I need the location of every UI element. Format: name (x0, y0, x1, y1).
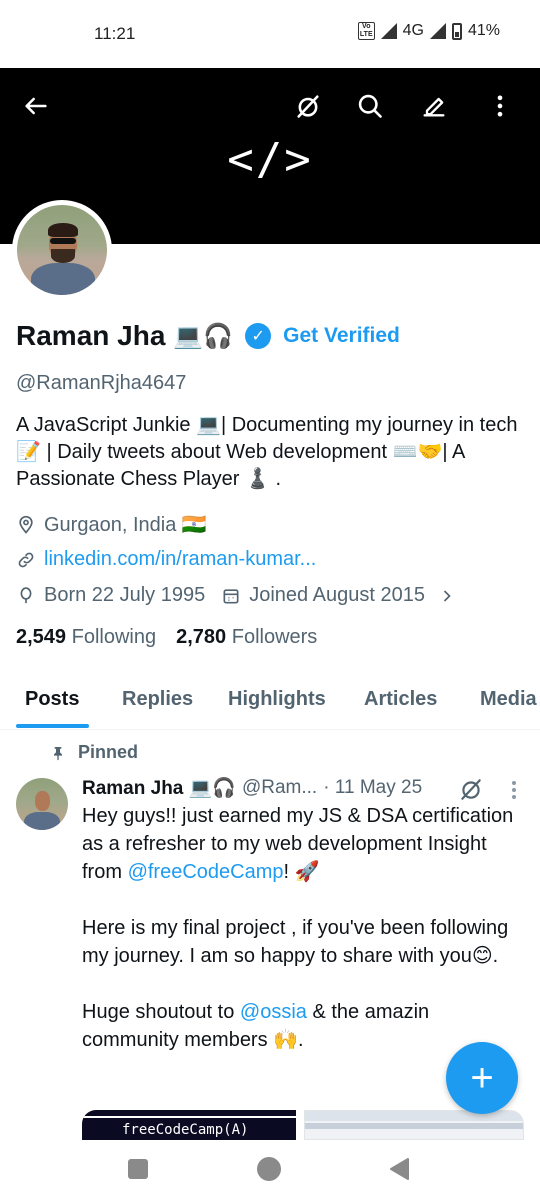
post-paragraph-3: Huge shoutout to @ossia & the amazin comm… (82, 998, 522, 1054)
avatar (17, 205, 107, 295)
tab-highlights[interactable]: Highlights (228, 688, 326, 711)
status-indicators: Vo LTE 4G 41% (357, 22, 500, 40)
post-media-image-1[interactable]: freeCodeCamp(A) (82, 1110, 296, 1140)
signal-icon (380, 23, 397, 39)
location-row: Gurgaon, India 🇮🇳 (16, 512, 207, 537)
profile-name-row: Raman Jha 💻🎧 ✓ Get Verified (16, 320, 400, 352)
profile-avatar-button[interactable] (12, 200, 112, 300)
grok-icon (297, 95, 319, 118)
status-time: 11:21 (94, 24, 136, 43)
profile-location: Gurgaon, India 🇮🇳 (44, 514, 207, 536)
balloon-icon (20, 586, 32, 603)
followers-count: 2,780 (176, 626, 227, 648)
profile-name: Raman Jha (16, 320, 166, 351)
search-button[interactable] (350, 86, 390, 126)
system-navigation-bar (0, 1140, 540, 1200)
tab-articles[interactable]: Articles (364, 688, 437, 711)
post-text-segment: community members 🙌. (82, 1029, 304, 1051)
post-text-segment: Huge shoutout to (82, 1001, 240, 1023)
dates-row: Born 22 July 1995 Joined August 2015 (16, 584, 457, 607)
volte-icon: Vo LTE (357, 22, 375, 40)
edit-button[interactable] (414, 86, 454, 126)
mention-ossia[interactable]: @ossia (240, 1001, 307, 1023)
media-caption-text: freeCodeCamp(A) (122, 1122, 249, 1138)
post-media-image-2[interactable] (304, 1110, 524, 1140)
follow-stats: 2,549 Following 2,780 Followers (16, 626, 317, 649)
followers-label: Followers (231, 626, 318, 648)
battery-icon (451, 22, 462, 40)
post-text-segment: & the amazin (306, 1001, 430, 1023)
status-bar: 11:21 Vo LTE 4G 41% (0, 0, 540, 68)
grok-button[interactable] (288, 86, 328, 126)
profile-handle: @RamanRjha4647 (16, 372, 187, 394)
tab-media[interactable]: Media (480, 688, 537, 711)
compose-post-button[interactable]: + (446, 1042, 518, 1114)
post-text-segment: ! 🚀 (283, 861, 320, 883)
home-button[interactable] (257, 1157, 281, 1181)
profile-website-link[interactable]: linkedin.com/in/raman-kumar... (44, 548, 316, 571)
network-type: 4G (402, 22, 424, 39)
profile-birthdate: Born 22 July 1995 (44, 584, 206, 606)
following-count: 2,549 (16, 626, 67, 648)
plus-icon: + (470, 1056, 494, 1100)
verified-check-icon[interactable]: ✓ (245, 323, 272, 349)
following-link[interactable]: 2,549 Following (16, 626, 156, 649)
chevron-right-icon[interactable] (437, 586, 457, 606)
link-icon (18, 552, 34, 567)
followers-link[interactable]: 2,780 Followers (176, 626, 317, 649)
post-text[interactable]: Hey guys!! just earned my JS & DSA certi… (82, 802, 522, 1054)
post-more-options-icon[interactable] (502, 778, 526, 802)
website-row: linkedin.com/in/raman-kumar... (16, 548, 316, 571)
back-arrow-icon (25, 97, 47, 115)
post-header: Raman Jha 💻🎧 @Ram... · 11 May 25 (82, 776, 422, 800)
signal-icon-2 (429, 23, 446, 39)
recents-button[interactable] (128, 1159, 148, 1179)
tab-replies[interactable]: Replies (122, 688, 193, 711)
post-author-name[interactable]: Raman Jha 💻🎧 (82, 776, 236, 800)
pin-icon (54, 746, 62, 760)
post-grok-icon[interactable] (458, 776, 484, 802)
post-paragraph-1: Hey guys!! just earned my JS & DSA certi… (82, 802, 522, 886)
mention-freecodecamp[interactable]: @freeCodeCamp (128, 861, 284, 883)
calendar-icon (223, 588, 239, 603)
edit-icon (423, 97, 445, 117)
post-date[interactable]: · 11 May 25 (323, 777, 422, 799)
banner-code-text: </> (227, 134, 313, 185)
following-label: Following (71, 626, 157, 648)
profile-bio: A JavaScript Junkie 💻| Documenting my jo… (16, 414, 518, 490)
location-pin-icon (19, 515, 33, 534)
post-author-avatar[interactable] (16, 778, 68, 830)
search-icon (358, 94, 382, 118)
post-paragraph-2: Here is my final project , if you've bee… (82, 917, 509, 967)
post-author-handle[interactable]: @Ram... (242, 777, 317, 799)
back-nav-button[interactable] (388, 1157, 410, 1181)
tab-posts[interactable]: Posts (25, 688, 79, 711)
more-options-button[interactable] (480, 86, 520, 126)
more-vertical-icon (497, 95, 503, 117)
profile-joined-date: Joined August 2015 (249, 584, 425, 606)
profile-tabs: Posts Replies Highlights Articles Media (0, 680, 540, 730)
battery-percent: 41% (467, 22, 500, 39)
pinned-label: Pinned (78, 742, 139, 762)
get-verified-link[interactable]: Get Verified (283, 324, 400, 348)
pinned-indicator: Pinned (50, 742, 138, 763)
back-button[interactable] (16, 86, 56, 126)
active-tab-indicator (16, 724, 89, 728)
name-emoji: 💻🎧 (173, 322, 234, 350)
